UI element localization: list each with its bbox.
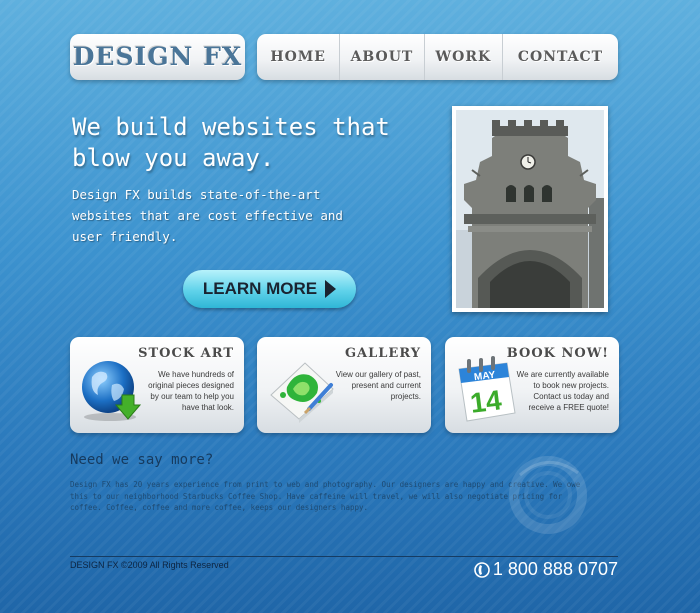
phone-number-text: 1 800 888 0707 [492,559,618,579]
feature-book-now-title[interactable]: BOOK NOW! [507,346,609,361]
hero-title: We build websites that blow you away. [72,113,390,172]
swirl-decoration [509,456,587,534]
feature-book-now: MAY 14 BOOK NOW! We are currently availa… [445,337,619,433]
copyright-text: DESIGN FX ©2009 All Rights Reserved [70,560,229,570]
footer-divider [70,556,618,557]
more-heading: Need we say more? [70,452,214,468]
logo[interactable]: DESIGN FX [70,34,245,80]
nav-work[interactable]: WORK [425,34,503,80]
learn-more-button[interactable]: LEARN MORE [183,270,356,308]
feature-book-now-text: We are currently available to book new p… [516,370,609,412]
nav-home[interactable]: HOME [257,34,341,80]
globe-download-icon [82,361,142,421]
nav-contact[interactable]: CONTACT [503,34,618,80]
phone-icon [474,561,490,578]
hero-description: Design FX builds state-of-the-art websit… [72,187,343,244]
calendar-icon: MAY 14 [458,356,516,422]
nav-about[interactable]: ABOUT [340,34,425,80]
feature-gallery-title[interactable]: GALLERY [345,346,421,361]
logo-text: DESIGN FX [72,42,243,71]
feature-stock-art: STOCK ART We have hundreds of original p… [70,337,244,433]
feature-stock-art-text: We have hundreds of original pieces desi… [148,370,234,412]
castle-tower-image [456,110,604,308]
calendar-day: 14 [468,384,503,419]
main-nav: HOME ABOUT WORK CONTACT [257,34,618,80]
feature-stock-art-title[interactable]: STOCK ART [138,346,234,361]
feature-gallery-text: View our gallery of past, present and cu… [335,370,421,401]
feature-gallery: GALLERY View our gallery of past, presen… [257,337,431,433]
hero-photo [452,106,608,312]
play-arrow-icon [325,280,337,298]
learn-more-label: LEARN MORE [202,279,318,298]
phone-number[interactable]: 1 800 888 0707 [474,559,618,580]
